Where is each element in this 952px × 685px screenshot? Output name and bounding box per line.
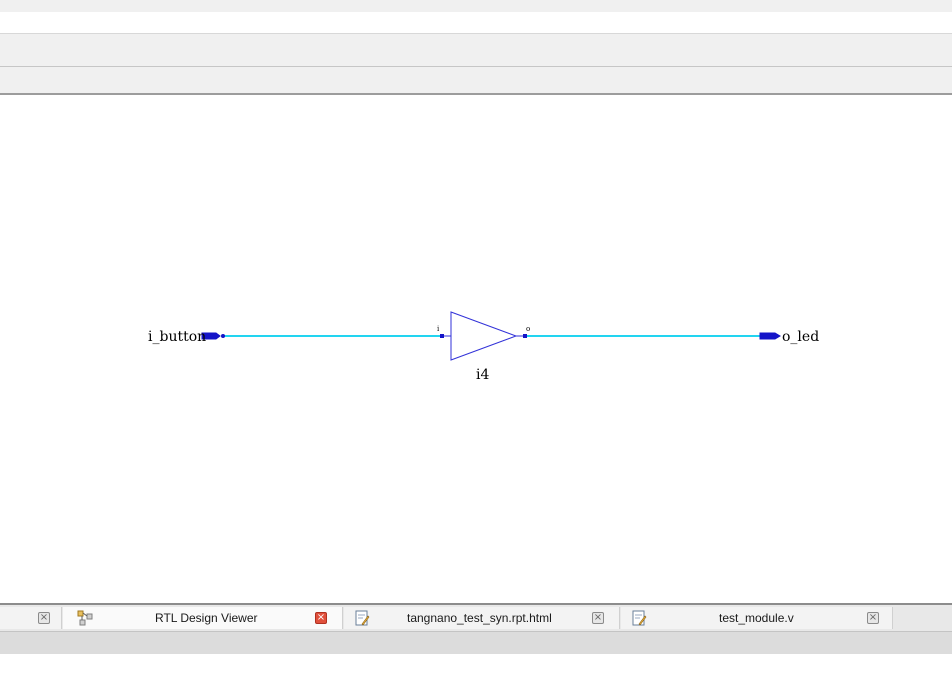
output-port-connector[interactable]: [759, 332, 781, 340]
secondary-toolbar: [0, 67, 952, 95]
tab-partial[interactable]: ×: [0, 607, 62, 629]
cell-pin-in: [440, 334, 444, 338]
output-port-label: o_led: [782, 329, 819, 345]
tab-label: test_module.v: [719, 611, 794, 625]
tab-test-module[interactable]: test_module.v ×: [621, 607, 893, 629]
close-icon[interactable]: ×: [38, 612, 50, 624]
status-bar: [0, 631, 952, 654]
cell-pin-out: [523, 334, 527, 338]
buffer-cell-i4[interactable]: [450, 311, 518, 361]
menu-bar: [0, 12, 952, 34]
tab-rtl-design-viewer[interactable]: RTL Design Viewer ×: [63, 607, 343, 629]
rtl-schematic-canvas[interactable]: i_button o_led i4 i o: [0, 95, 952, 603]
document-edit-icon: [631, 610, 647, 626]
input-port-pin: [221, 334, 225, 338]
toolbar: [0, 34, 952, 67]
tab-syn-report[interactable]: tangnano_test_syn.rpt.html ×: [344, 607, 620, 629]
document-edit-icon: [354, 610, 370, 626]
input-port-label: i_button: [148, 329, 206, 345]
instance-label: i4: [476, 367, 489, 383]
schematic-svg: i_button o_led i4 i o: [148, 311, 819, 383]
close-icon[interactable]: ×: [867, 612, 879, 624]
bottom-area: [0, 654, 952, 685]
tab-label: RTL Design Viewer: [155, 611, 258, 625]
close-icon[interactable]: ×: [592, 612, 604, 624]
schematic-icon: [77, 610, 93, 626]
window-top-strip: [0, 0, 952, 12]
pin-in-label: i: [437, 325, 440, 333]
tab-label: tangnano_test_syn.rpt.html: [407, 611, 552, 625]
pin-out-label: o: [526, 325, 530, 333]
editor-tab-bar: × RTL Design Viewer × tangnano_test_syn.…: [0, 603, 952, 631]
close-icon[interactable]: ×: [315, 612, 327, 624]
